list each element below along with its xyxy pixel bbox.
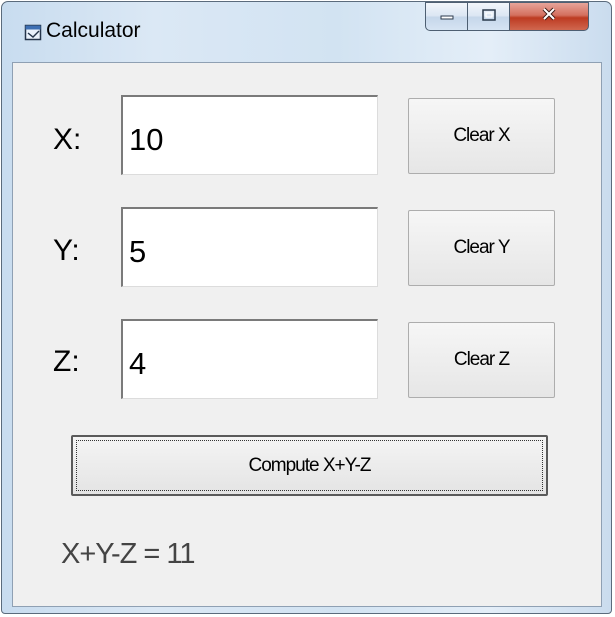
window-title: Calculator [46,19,141,42]
clear-z-button[interactable]: Clear Z [408,322,555,398]
maximize-icon [481,8,496,26]
result-label: X+Y-Z = [61,538,160,570]
y-input[interactable] [121,207,378,287]
z-label: Z: [53,345,80,378]
close-icon [541,7,557,26]
x-label: X: [53,123,82,156]
focus-rectangle [76,440,543,491]
z-input[interactable] [121,319,378,399]
calculator-form: X: Clear X Y: Clear Y Z: Clear Z Compute… [12,62,602,607]
minimize-icon [440,8,454,26]
close-button[interactable] [510,2,589,31]
clear-y-button[interactable]: Clear Y [408,210,555,286]
maximize-button[interactable] [468,2,510,31]
minimize-button[interactable] [425,2,468,31]
y-label: Y: [53,234,80,267]
compute-button[interactable]: Compute X+Y-Z [71,435,548,496]
result-value: 11 [166,538,195,570]
calculator-window: Calculator X: Clear X Y: Cl [1,1,612,614]
app-window-icon [24,24,42,41]
title-bar[interactable]: Calculator [2,2,611,62]
x-input[interactable] [121,95,378,175]
result-display: X+Y-Z = 11 [61,538,196,571]
caption-buttons [425,2,589,31]
clear-x-button[interactable]: Clear X [408,98,555,174]
